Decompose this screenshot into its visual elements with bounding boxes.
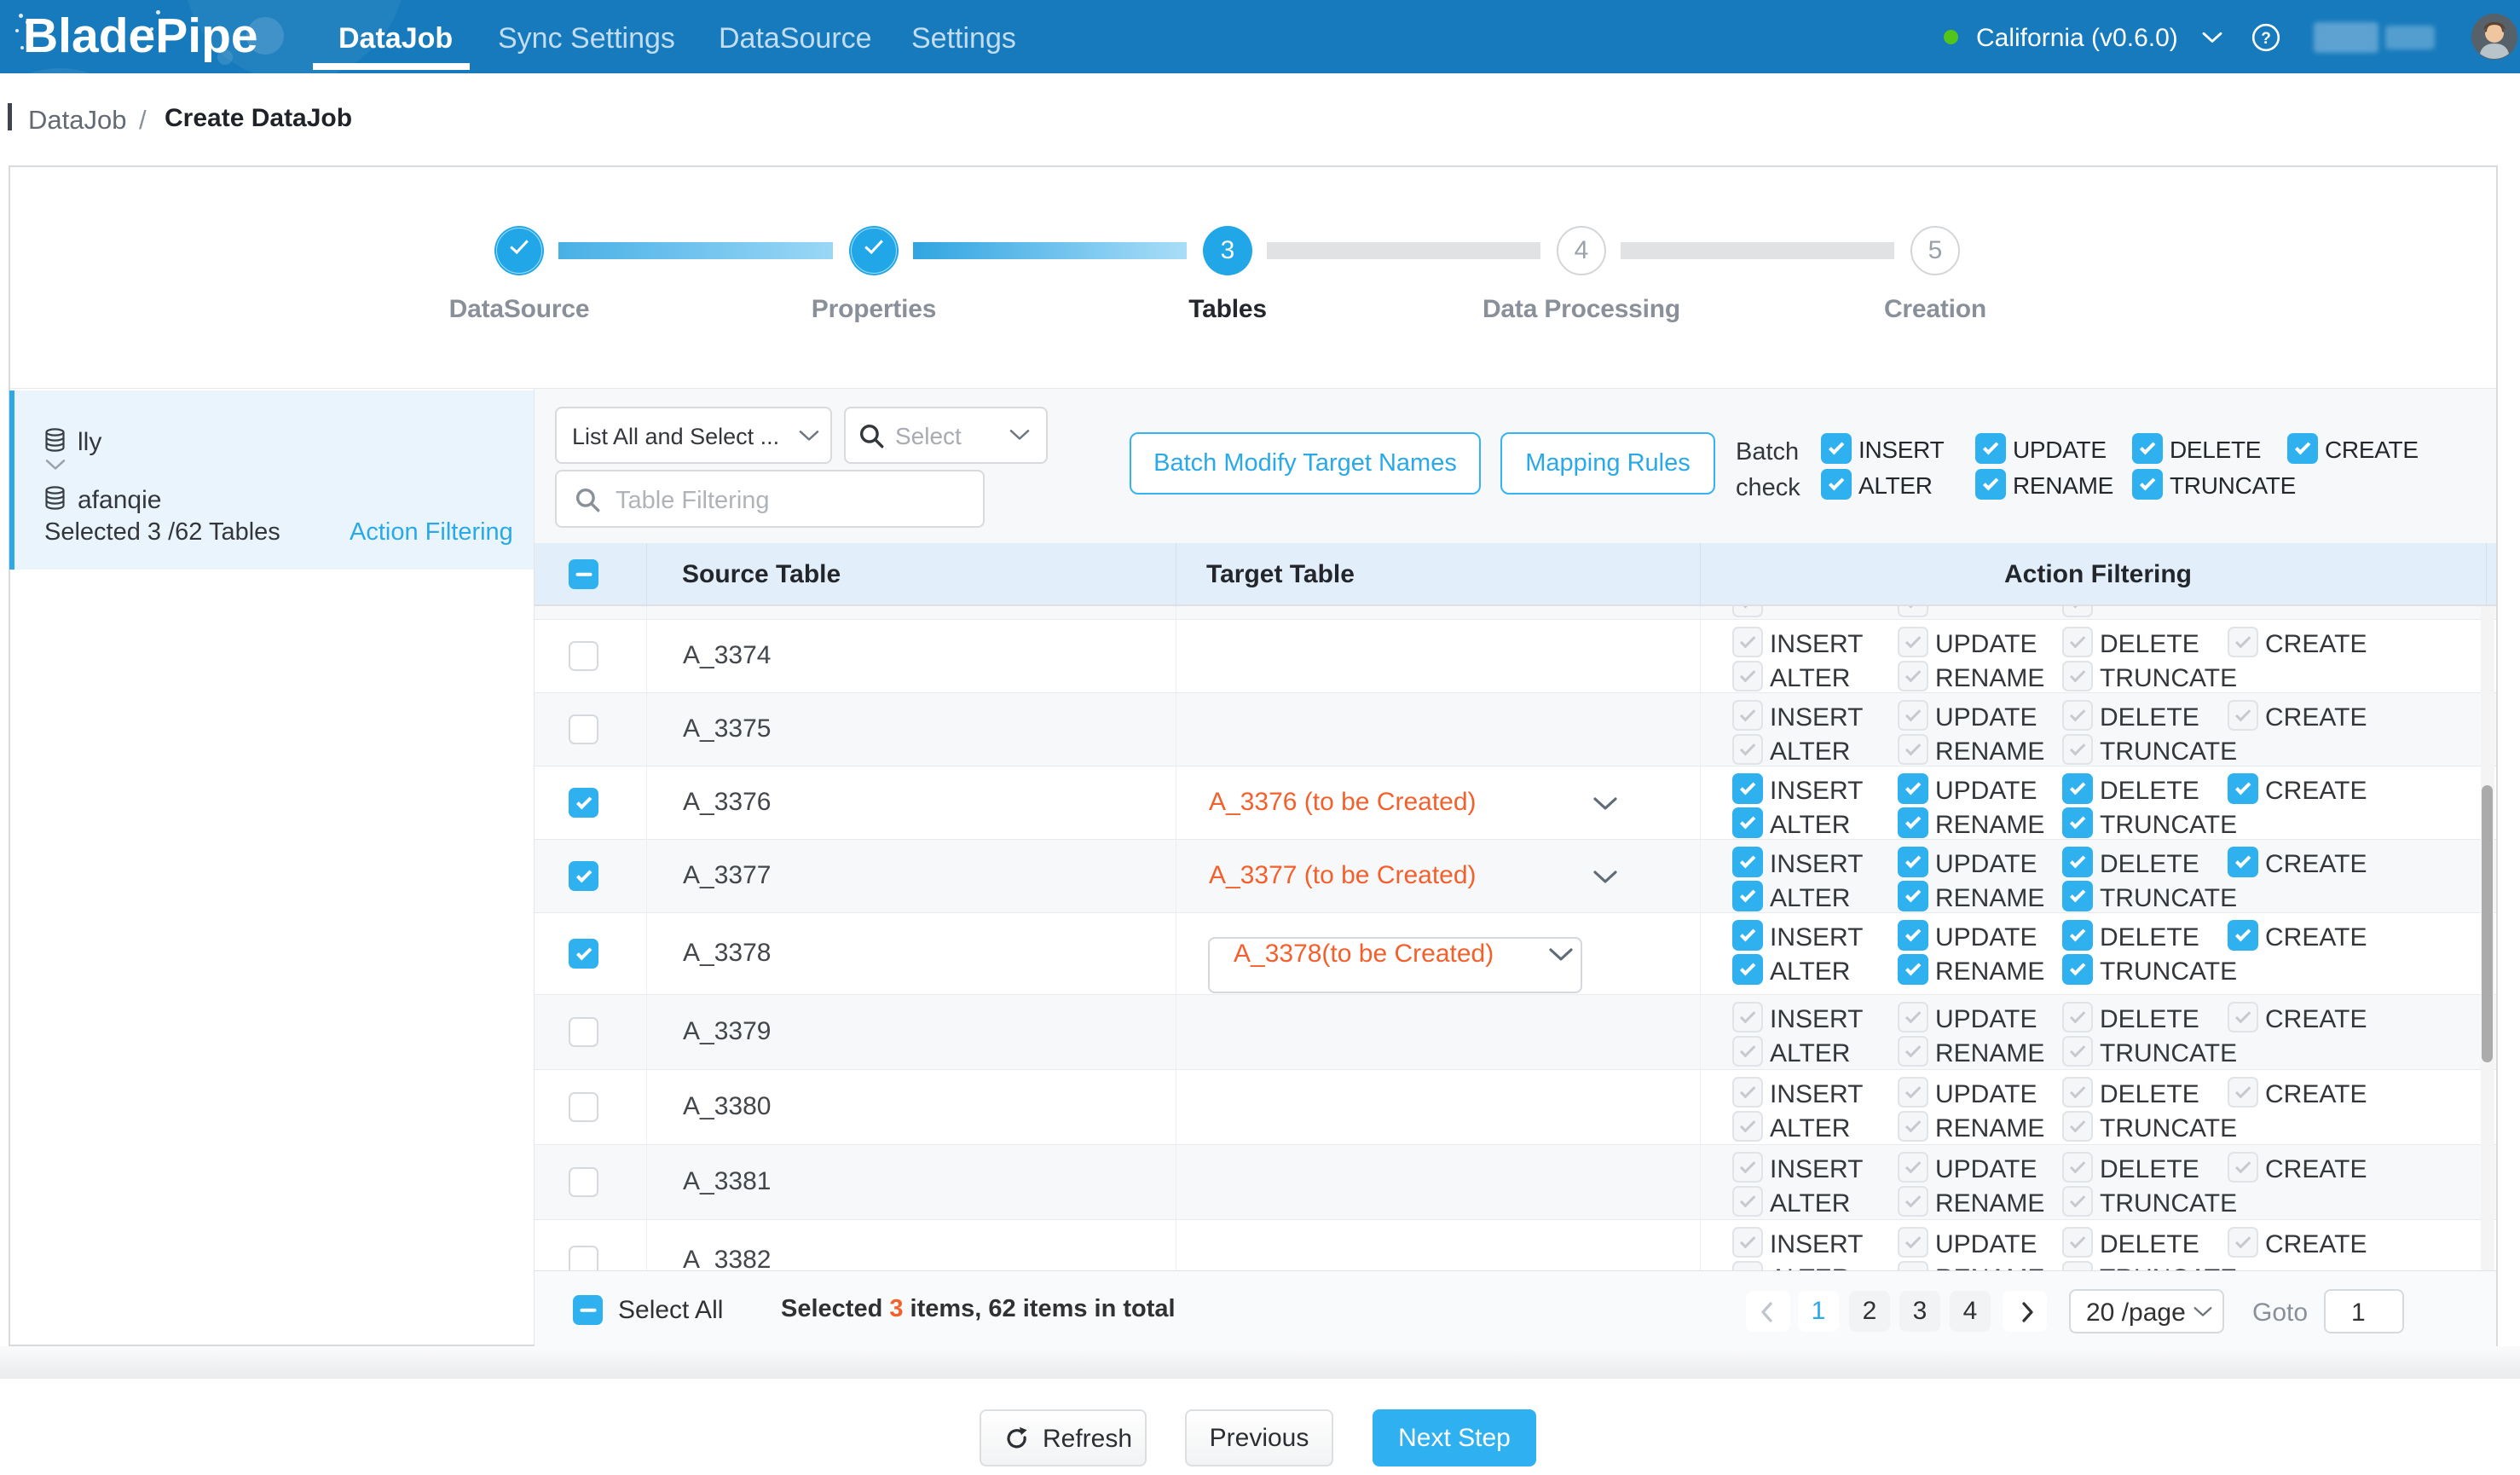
svg-text:?: ?	[2261, 30, 2271, 48]
